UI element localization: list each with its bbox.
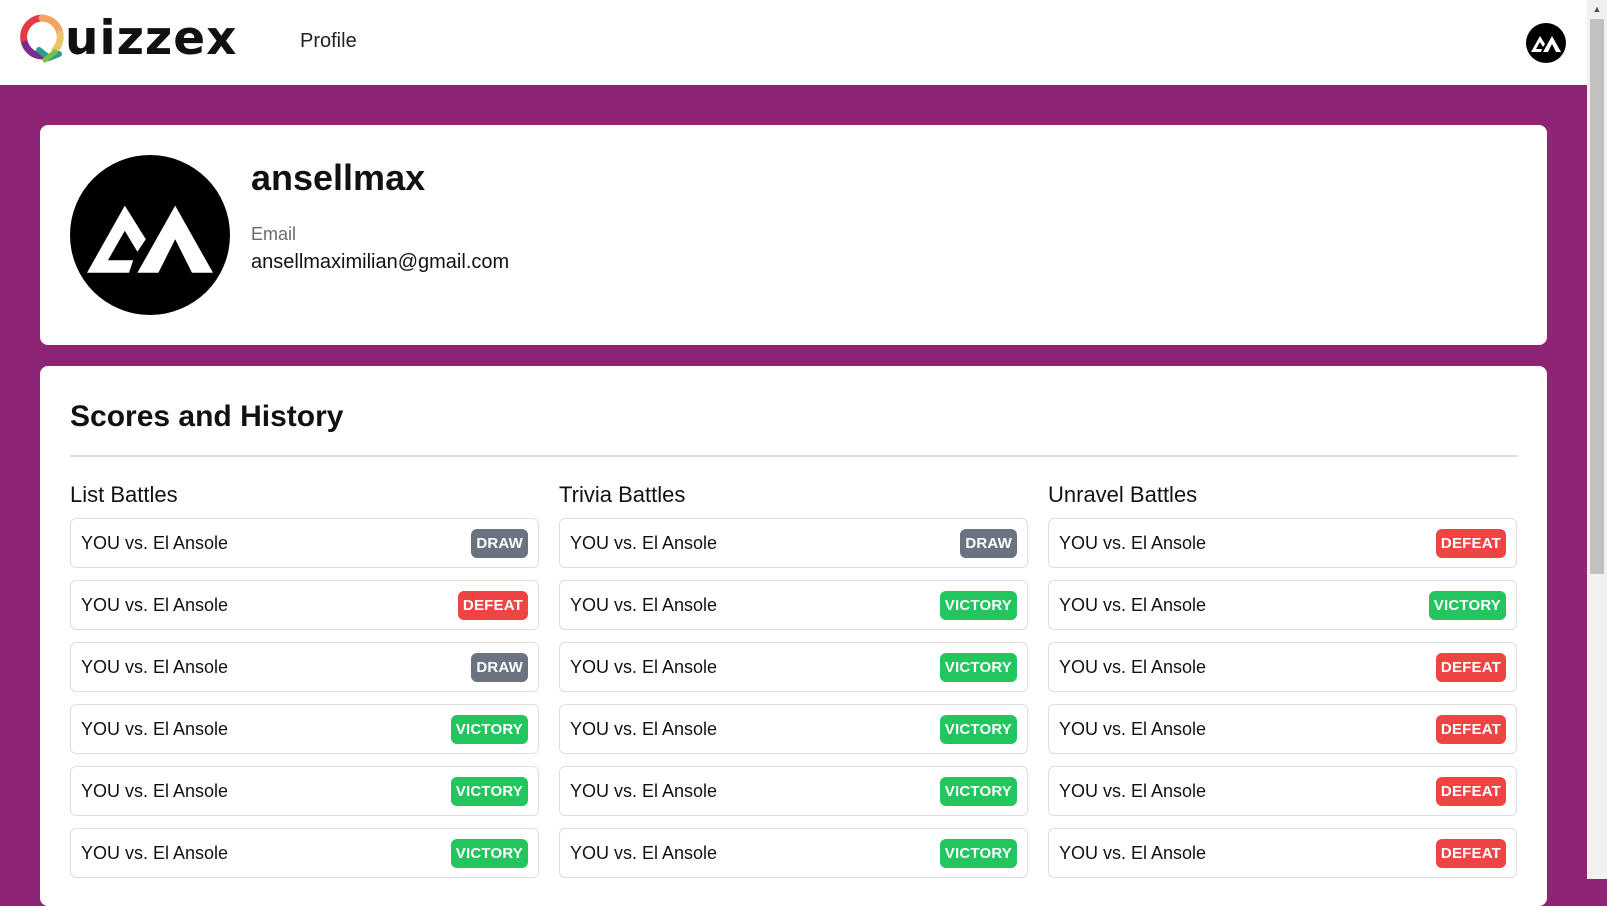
am-monogram-icon	[87, 205, 213, 273]
battle-text: YOU vs. El Ansole	[1059, 718, 1207, 739]
result-badge: VICTORY	[939, 776, 1017, 806]
battle-text: YOU vs. El Ansole	[1059, 842, 1207, 863]
battle-row[interactable]: YOU vs. El Ansole DEFEAT	[1048, 766, 1517, 816]
battle-row[interactable]: YOU vs. El Ansole VICTORY	[559, 642, 1028, 692]
result-badge: DEFEAT	[1435, 652, 1506, 682]
battle-text: YOU vs. El Ansole	[570, 718, 718, 739]
battle-text: YOU vs. El Ansole	[570, 594, 718, 615]
battle-text: YOU vs. El Ansole	[1059, 656, 1207, 677]
battle-text: YOU vs. El Ansole	[570, 532, 718, 553]
battle-text: YOU vs. El Ansole	[570, 842, 718, 863]
result-badge: DRAW	[960, 528, 1017, 558]
result-badge: VICTORY	[1428, 590, 1506, 620]
column-title: Unravel Battles	[1048, 482, 1198, 507]
result-badge: VICTORY	[450, 838, 528, 868]
profile-avatar	[70, 155, 230, 315]
app-name: uizzex	[65, 11, 238, 66]
result-badge: VICTORY	[939, 838, 1017, 868]
result-badge: VICTORY	[939, 714, 1017, 744]
battle-text: YOU vs. El Ansole	[81, 656, 229, 677]
battle-row[interactable]: YOU vs. El Ansole VICTORY	[559, 704, 1028, 754]
result-badge: DEFEAT	[457, 590, 528, 620]
scroll-up-arrow-icon[interactable]: ▲	[1587, 0, 1607, 17]
result-badge: DEFEAT	[1435, 714, 1506, 744]
battle-text: YOU vs. El Ansole	[570, 656, 718, 677]
battle-text: YOU vs. El Ansole	[81, 594, 229, 615]
battle-row[interactable]: YOU vs. El Ansole VICTORY	[70, 704, 539, 754]
result-badge: DRAW	[471, 652, 528, 682]
section-title: Scores and History	[70, 400, 344, 433]
result-badge: DEFEAT	[1435, 528, 1506, 558]
battle-row[interactable]: YOU vs. El Ansole DEFEAT	[1048, 518, 1517, 568]
email-value: ansellmaximilian@gmail.com	[251, 251, 510, 273]
column-list-battles: List Battles YOU vs. El Ansole DRAW YOU v…	[70, 480, 539, 890]
battle-row[interactable]: YOU vs. El Ansole DRAW	[70, 642, 539, 692]
column-title: List Battles	[70, 482, 178, 507]
user-avatar[interactable]	[1526, 23, 1566, 63]
battle-row[interactable]: YOU vs. El Ansole DEFEAT	[1048, 704, 1517, 754]
profile-card: ansellmax Email ansellmaximilian@gmail.c…	[40, 125, 1547, 345]
battle-text: YOU vs. El Ansole	[1059, 780, 1207, 801]
battle-row[interactable]: YOU vs. El Ansole DRAW	[559, 518, 1028, 568]
logo[interactable]: uizzex	[19, 14, 237, 64]
am-monogram-icon	[1531, 36, 1561, 52]
nav-link-profile[interactable]: Profile	[300, 30, 357, 53]
column-unravel-battles: Unravel Battles YOU vs. El Ansole DEFEAT …	[1048, 480, 1517, 890]
column-trivia-battles: Trivia Battles YOU vs. El Ansole DRAW YOU…	[559, 480, 1028, 890]
quizzex-q-logo-icon	[20, 14, 64, 63]
battle-row[interactable]: YOU vs. El Ansole VICTORY	[1048, 580, 1517, 630]
profile-username: ansellmax	[251, 157, 426, 198]
result-badge: DEFEAT	[1435, 838, 1506, 868]
result-badge: VICTORY	[450, 714, 528, 744]
scrollbar-thumb[interactable]	[1590, 19, 1604, 574]
battle-text: YOU vs. El Ansole	[81, 718, 229, 739]
result-badge: DEFEAT	[1435, 776, 1506, 806]
battle-text: YOU vs. El Ansole	[1059, 594, 1207, 615]
battle-text: YOU vs. El Ansole	[81, 842, 229, 863]
divider	[70, 455, 1517, 457]
column-title: Trivia Battles	[559, 482, 686, 507]
battle-row[interactable]: YOU vs. El Ansole DEFEAT	[1048, 642, 1517, 692]
navbar: uizzex Profile	[0, 0, 1587, 85]
battle-text: YOU vs. El Ansole	[570, 780, 718, 801]
battle-row[interactable]: YOU vs. El Ansole VICTORY	[70, 766, 539, 816]
battle-text: YOU vs. El Ansole	[1059, 532, 1207, 553]
battle-row[interactable]: YOU vs. El Ansole VICTORY	[559, 828, 1028, 878]
result-badge: VICTORY	[939, 590, 1017, 620]
battle-row[interactable]: YOU vs. El Ansole DEFEAT	[1048, 828, 1517, 878]
history-card: Scores and History List Battles YOU vs. …	[40, 366, 1547, 906]
result-badge: VICTORY	[939, 652, 1017, 682]
result-badge: VICTORY	[450, 776, 528, 806]
battle-row[interactable]: YOU vs. El Ansole DEFEAT	[70, 580, 539, 630]
email-label: Email	[251, 224, 297, 244]
battle-text: YOU vs. El Ansole	[81, 780, 229, 801]
battle-row[interactable]: YOU vs. El Ansole VICTORY	[70, 828, 539, 878]
battle-row[interactable]: YOU vs. El Ansole VICTORY	[559, 580, 1028, 630]
battle-text: YOU vs. El Ansole	[81, 532, 229, 553]
battle-row[interactable]: YOU vs. El Ansole VICTORY	[559, 766, 1028, 816]
battle-row[interactable]: YOU vs. El Ansole DRAW	[70, 518, 539, 568]
result-badge: DRAW	[471, 528, 528, 558]
